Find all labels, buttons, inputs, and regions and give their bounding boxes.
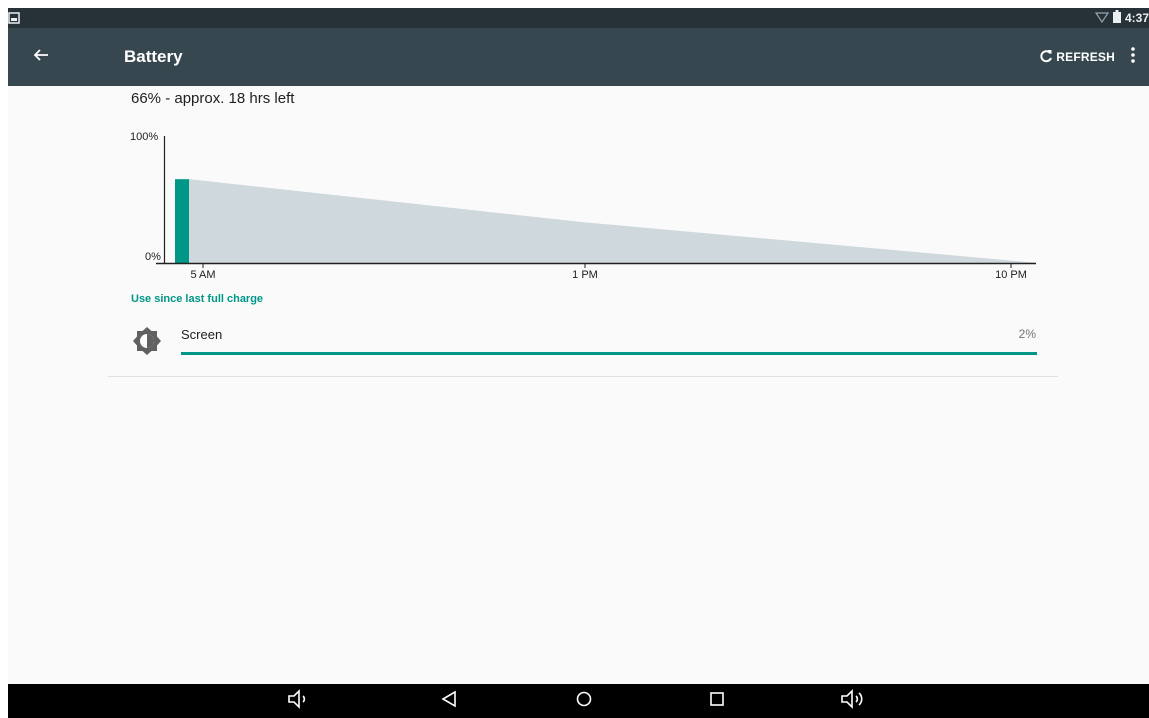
home-icon (575, 690, 593, 713)
volume-down-icon (287, 688, 311, 714)
chart-actual-level-bar (175, 179, 189, 263)
status-bar: 4:37 (8, 8, 1149, 28)
x-tick-label: 5 AM (190, 269, 215, 281)
y-tick-label-min: 0% (145, 251, 161, 263)
x-tick-label: 10 PM (995, 269, 1027, 281)
recents-icon (709, 691, 725, 712)
usage-item-percent: 2% (1018, 327, 1036, 341)
refresh-icon (1039, 49, 1053, 66)
overflow-menu-button[interactable] (1121, 45, 1145, 69)
battery-summary: 66% - approx. 18 hrs left (131, 90, 295, 107)
y-tick-label-max: 100% (130, 131, 158, 143)
page-title: Battery (124, 47, 183, 66)
battery-history-chart: 100% 0% 5 AM 1 PM 10 PM (130, 131, 1038, 281)
wifi-icon (1094, 11, 1110, 26)
usage-bar-track (181, 352, 1037, 355)
chart-projected-area (189, 179, 1038, 263)
back-icon (440, 690, 458, 713)
back-nav-button[interactable] (437, 689, 461, 713)
app-bar: Battery REFRESH (8, 28, 1149, 86)
x-tick-label: 1 PM (572, 269, 598, 281)
volume-up-button[interactable] (840, 688, 868, 714)
battery-icon (1112, 10, 1121, 26)
navigation-bar (8, 684, 1149, 718)
refresh-button[interactable]: REFRESH (1039, 45, 1115, 69)
battery-screen: 4:37 Battery REFRESH 66% - approx. 18 hr… (8, 8, 1149, 718)
back-button[interactable] (28, 44, 54, 70)
more-vert-icon (1131, 46, 1135, 68)
usage-item-screen[interactable]: Screen 2% (108, 318, 1058, 376)
recents-button[interactable] (705, 689, 729, 713)
brightness-icon (132, 326, 162, 356)
home-button[interactable] (572, 689, 596, 713)
status-time: 4:37 (1124, 11, 1149, 25)
arrow-back-icon (33, 47, 49, 68)
usage-bar-fill (181, 352, 1037, 355)
screenshot-notification-icon (8, 11, 20, 24)
list-divider (108, 376, 1058, 377)
volume-up-icon (840, 688, 868, 714)
section-header-usage: Use since last full charge (131, 293, 264, 305)
volume-down-button[interactable] (287, 688, 311, 714)
usage-item-label: Screen (181, 327, 223, 342)
refresh-label: REFRESH (1056, 50, 1115, 64)
status-right-group: 4:37 (1094, 8, 1149, 28)
